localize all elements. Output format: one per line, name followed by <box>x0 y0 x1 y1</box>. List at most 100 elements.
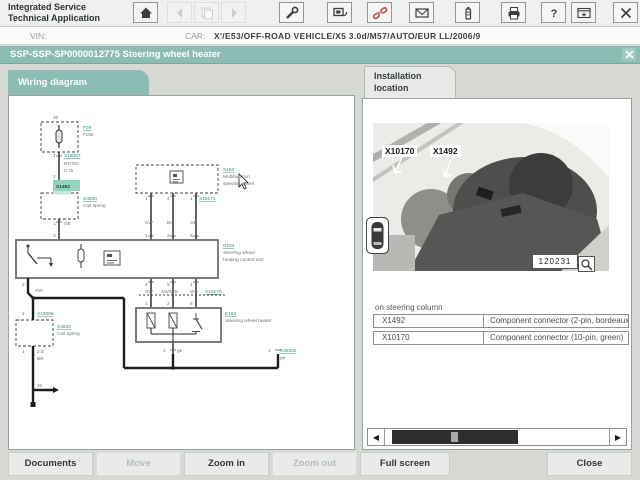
close-button[interactable]: Close <box>547 452 632 476</box>
diagram-wire-label: 6 <box>190 301 193 307</box>
connector-description: Component connector (2-pin, bordeaux) <box>484 315 628 327</box>
image-number-tag: 120231 <box>532 254 578 269</box>
diagram-wire-label: 2.5 <box>37 349 44 355</box>
diagram-component-link[interactable]: X18087 <box>64 153 81 159</box>
diagram-wire-label: SW <box>145 289 153 295</box>
diagram-component-link[interactable]: X4530 <box>83 196 97 202</box>
connector-description: Component connector (10-pin, green) <box>484 332 628 344</box>
connector-callout-x1492: X1492 <box>430 145 461 157</box>
diagram-wire-label: Steering wheel <box>223 250 255 256</box>
diagram-wire-label: GE <box>64 221 71 227</box>
scrollbar-grip[interactable] <box>451 432 458 442</box>
connection-button[interactable] <box>367 2 392 23</box>
forward-button[interactable] <box>221 2 246 23</box>
magnify-button[interactable] <box>578 256 595 272</box>
diagram-wire-label: 2 <box>53 174 56 180</box>
diagram-wire-label: 1 <box>53 221 56 227</box>
diagram-wire-label: BL <box>167 220 173 226</box>
help-button[interactable]: ? <box>541 2 566 23</box>
diagram-component-link[interactable]: E163 <box>225 311 237 317</box>
wrench-icon <box>284 6 300 20</box>
diagram-component-link[interactable]: S163 <box>223 167 235 173</box>
diagram-wire-label: 1 <box>53 153 56 159</box>
diagram-component-link[interactable]: X10170 <box>205 289 222 295</box>
printer-icon <box>506 6 522 20</box>
scroll-right-button[interactable]: ▶ <box>609 429 626 445</box>
diagram-wire-label: Coil spring <box>83 203 106 209</box>
battery-button[interactable] <box>455 2 480 23</box>
svg-text:?: ? <box>550 8 557 20</box>
diagram-wire-label: 0.75 <box>64 168 74 174</box>
diagram-wire-label: 2 <box>167 233 170 239</box>
scrollbar-thumb[interactable] <box>392 430 518 444</box>
workshop-button[interactable] <box>279 2 304 23</box>
diagram-wire-label: Multifunction <box>223 174 250 180</box>
minimize-button[interactable] <box>571 2 596 23</box>
identification-button[interactable] <box>327 2 352 23</box>
diagram-component-link[interactable]: X18088 <box>37 311 54 317</box>
table-row[interactable]: X10170 Component connector (10-pin, gree… <box>373 331 629 345</box>
scroll-left-button[interactable]: ◀ <box>368 429 385 445</box>
scroll-right-icon: ▶ <box>615 433 621 442</box>
connector-code: X1492 <box>374 315 484 327</box>
tab-installation-location[interactable]: Installation location <box>364 66 456 99</box>
diagram-wire-label: SW <box>145 220 153 226</box>
diagram-wire-label: 1 <box>190 196 193 202</box>
installation-photo[interactable]: X10170 X1492 120231 <box>373 123 609 271</box>
move-button[interactable]: Move <box>96 452 181 476</box>
diagram-wire-label: 31 <box>37 383 43 389</box>
document-close-button[interactable] <box>622 48 636 61</box>
back-arrow-icon <box>172 6 188 20</box>
diagram-wire-label: 4 <box>145 282 148 288</box>
diagram-wire-label: Coil spring <box>57 331 80 337</box>
diagram-wire-label: 1 <box>190 282 193 288</box>
diagram-wire-label: 1 <box>22 311 25 317</box>
diagram-component-link[interactable]: X45202 <box>280 348 297 354</box>
diagram-wire-label: 1 <box>145 301 148 307</box>
wiring-diagram[interactable]: 30F09Fuse1X18087RT/GE0.752X1492X4530Coil… <box>9 96 354 449</box>
question-mark-icon: ? <box>546 6 562 20</box>
wiring-diagram-panel[interactable]: 30F09Fuse1X18087RT/GE0.752X1492X4530Coil… <box>8 95 355 450</box>
diagram-component-link[interactable]: X10171 <box>199 196 216 202</box>
full-screen-button[interactable]: Full screen <box>360 452 450 476</box>
diagram-component-link[interactable]: X4530 <box>57 324 71 330</box>
documents-stack-button[interactable] <box>194 2 219 23</box>
diagram-wire-label: GE <box>190 220 197 226</box>
horizontal-scrollbar[interactable]: ◀ ▶ <box>367 428 627 446</box>
tab-wiring-diagram[interactable]: Wiring diagram <box>8 70 149 96</box>
diagram-wire-label: 6 <box>190 233 193 239</box>
zoom-in-button[interactable]: Zoom in <box>184 452 269 476</box>
diagram-wire-label: 30 <box>53 115 59 121</box>
back-button[interactable] <box>167 2 192 23</box>
diagram-wire-label: Fuse <box>83 132 94 138</box>
diagram-component-link[interactable]: F09 <box>83 125 92 131</box>
close-app-button[interactable] <box>613 2 638 23</box>
documents-button[interactable]: Documents <box>8 452 93 476</box>
diagram-wire-label: 2 <box>167 301 170 307</box>
diagram-wire-label: SW/WS <box>161 289 178 295</box>
forward-arrow-icon <box>226 6 242 20</box>
diagram-wire-label: heating control unit <box>223 257 264 263</box>
diagram-wire-label: 2 <box>22 282 25 288</box>
diagram-wire-label: 5 <box>167 282 170 288</box>
table-row[interactable]: X1492 Component connector (2-pin, bordea… <box>373 314 629 328</box>
diagram-wire-label: 1 <box>145 196 148 202</box>
app-title: Integrated Service Technical Application <box>8 2 100 24</box>
diagram-wire-label: X1492 <box>56 184 70 190</box>
diagram-wire-label: WS <box>190 289 198 295</box>
installation-location-panel: X10170 X1492 120231 on steering column X… <box>362 98 632 450</box>
zoom-out-button[interactable]: Zoom out <box>272 452 357 476</box>
diagram-wire-label: 3 <box>53 233 56 239</box>
diagram-wire-label: SW <box>35 288 43 294</box>
car-value: X'/E53/OFF-ROAD VEHICLE/X5 3.0d/M57/AUTO… <box>214 31 481 41</box>
diagram-wire-label: ge <box>280 356 286 361</box>
home-button[interactable] <box>133 2 158 23</box>
diagram-component-link[interactable]: N163 <box>223 243 235 249</box>
magnifier-icon <box>580 258 593 271</box>
scroll-left-icon: ◀ <box>373 433 379 442</box>
message-button[interactable] <box>409 2 434 23</box>
diagram-wire-label: ge <box>177 349 183 354</box>
print-button[interactable] <box>501 2 526 23</box>
connector-callout-x10170: X10170 <box>382 145 417 157</box>
document-title: SSP-SSP-SP0000012775 Steering wheel heat… <box>10 49 221 60</box>
